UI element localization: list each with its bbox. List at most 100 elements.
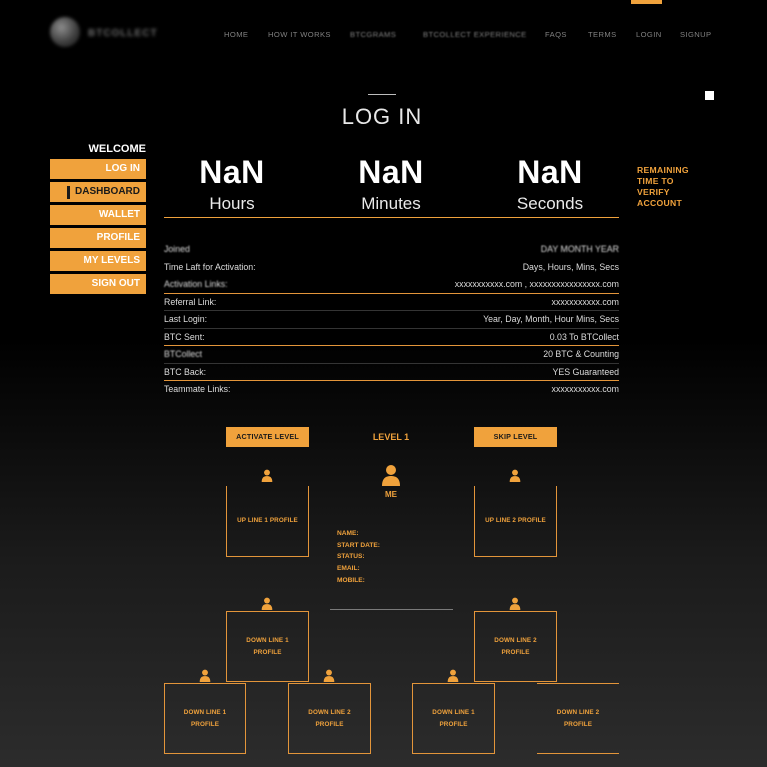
field-start-date: START DATE: [337, 541, 380, 549]
nav-terms[interactable]: TERMS [588, 30, 617, 40]
page-title: LOG IN [341, 104, 423, 129]
countdown-value: NaN [199, 154, 265, 190]
info-row-btc-back: BTC Back: YES Guaranteed [164, 364, 619, 381]
note-line: TIME TO [637, 176, 674, 186]
field-email: EMAIL: [337, 565, 360, 573]
field-status: STATUS: [337, 553, 365, 561]
box-label: UP LINE 2 PROFILE [485, 517, 546, 524]
sidebar-item-label: LOG IN [105, 163, 140, 174]
note-line: ACCOUNT [637, 198, 683, 208]
box-label: DOWN LINE 2 [556, 708, 600, 716]
user-icon [447, 669, 459, 682]
activate-level-button[interactable]: ACTIVATE LEVEL [226, 427, 309, 447]
note-line: REMAINING [637, 165, 689, 175]
info-row-btc-sent: BTC Sent: 0.03 To BTCollect [164, 329, 619, 346]
profile-fields: NAME: START DATE: STATUS: EMAIL: MOBILE: [337, 528, 380, 587]
nav-home[interactable]: HOME [224, 30, 248, 40]
countdown-unit-label: Minutes [361, 194, 421, 213]
sidebar-item-label: PROFILE [96, 232, 140, 243]
account-info-table: Joined DAY MONTH YEAR Time Laft for Activ… [164, 241, 619, 399]
user-icon [261, 597, 273, 610]
countdown-minutes: NaN Minutes [331, 152, 451, 215]
upline-1-profile[interactable]: UP LINE 1 PROFILE [226, 486, 309, 557]
downline-1-profile[interactable]: DOWN LINE 1 PROFILE [226, 611, 309, 682]
info-label: Time Laft for Activation: [164, 261, 256, 272]
user-icon [323, 669, 335, 682]
logo-text: BTCOLLECT [88, 28, 158, 39]
active-nav-indicator [631, 0, 662, 4]
box-label: PROFILE [439, 720, 468, 728]
box-label: DOWN LINE 2 [308, 708, 351, 716]
logo-mark-icon [50, 17, 80, 47]
info-label: Referral Link: [164, 296, 217, 307]
me-label: ME [385, 490, 397, 499]
downline-tier2-profile-4[interactable]: DOWN LINE 2 PROFILE [537, 683, 619, 754]
nav-btcollect-experience[interactable]: BTCOLLECT EXPERIENCE [423, 30, 527, 40]
info-value: Days, Hours, Mins, Secs [522, 261, 619, 272]
tree-divider [330, 609, 453, 610]
corner-square-marker [705, 91, 714, 100]
info-label: Joined [164, 244, 190, 254]
sidebar-item-my-levels[interactable]: MY LEVELS [50, 251, 146, 271]
info-row-last-login: Last Login: Year, Day, Month, Hour Mins, … [164, 311, 619, 329]
sidebar-item-sign-out[interactable]: SIGN OUT [50, 274, 146, 294]
downline-2-profile[interactable]: DOWN LINE 2 PROFILE [474, 611, 557, 682]
info-row-joined: Joined DAY MONTH YEAR [164, 241, 619, 259]
info-row-teammate-links: Teammate Links: xxxxxxxxxxx.com [164, 381, 619, 399]
info-label: Last Login: [164, 314, 208, 324]
info-label: Activation Links: [164, 279, 228, 289]
skip-level-button[interactable]: SKIP LEVEL [474, 427, 557, 447]
info-label: BTC Back: [164, 366, 207, 377]
info-row-referral-link: Referral Link: xxxxxxxxxxx.com [164, 294, 619, 311]
box-label: PROFILE [315, 720, 344, 728]
box-label: DOWN LINE 2 [494, 636, 537, 644]
info-row-time-left: Time Laft for Activation: Days, Hours, Mi… [164, 259, 619, 277]
sidebar-item-label: SIGN OUT [91, 278, 140, 289]
nav-btcgrams[interactable]: BTCGRAMS [350, 30, 396, 40]
nav-login[interactable]: LOGIN [636, 30, 662, 40]
user-icon [509, 597, 521, 610]
info-value[interactable]: xxxxxxxxxxx.com [552, 294, 619, 311]
sidebar-item-label: DASHBOARD [75, 186, 140, 197]
downline-tier2-profile-1[interactable]: DOWN LINE 1 PROFILE [164, 683, 246, 754]
box-label: UP LINE 1 PROFILE [237, 517, 298, 524]
logo[interactable]: BTCOLLECT [50, 14, 162, 50]
upline-2-profile[interactable]: UP LINE 2 PROFILE [474, 486, 557, 557]
field-name: NAME: [337, 530, 359, 537]
countdown-unit-label: Seconds [516, 194, 584, 213]
active-item-bar [67, 186, 70, 199]
countdown-value: NaN [358, 154, 424, 190]
user-icon [199, 669, 211, 682]
field-mobile: MOBILE: [337, 576, 365, 584]
info-row-btcollect: BTCollect 20 BTC & Counting [164, 346, 619, 364]
info-label: Teammate Links: [164, 384, 231, 394]
me-user-icon [381, 464, 401, 486]
sidebar-item-wallet[interactable]: WALLET [50, 205, 146, 225]
verify-time-note: REMAINING TIME TO VERIFY ACCOUNT [637, 165, 689, 209]
info-value: 20 BTC & Counting [543, 349, 619, 359]
sidebar-item-log-in[interactable]: LOG IN [50, 159, 146, 179]
box-label: DOWN LINE 1 [432, 708, 475, 716]
user-icon [509, 469, 521, 482]
downline-tier2-profile-2[interactable]: DOWN LINE 2 PROFILE [288, 683, 371, 754]
info-value[interactable]: xxxxxxxxxxx.com [552, 381, 619, 398]
info-label: BTC Sent: [164, 331, 205, 342]
sidebar-welcome: WELCOME [88, 143, 146, 155]
nav-how-it-works[interactable]: HOW IT WORKS [268, 30, 331, 40]
countdown-divider [164, 217, 619, 218]
downline-tier2-profile-3[interactable]: DOWN LINE 1 PROFILE [412, 683, 495, 754]
nav-signup[interactable]: SIGNUP [680, 30, 712, 40]
box-label: DOWN LINE 1 [183, 708, 227, 716]
level-title: LEVEL 1 [372, 432, 410, 442]
nav-faqs[interactable]: FAQS [545, 30, 567, 40]
countdown-hours: NaN Hours [172, 152, 292, 215]
sidebar-item-dashboard[interactable]: DASHBOARD [50, 182, 146, 202]
info-value: 0.03 To BTCollect [549, 331, 619, 342]
sidebar-item-label: WALLET [98, 209, 140, 220]
info-value[interactable]: xxxxxxxxxxx.com , xxxxxxxxxxxxxxxx.com [455, 276, 619, 293]
countdown-seconds: NaN Seconds [490, 152, 610, 215]
sidebar-item-profile[interactable]: PROFILE [50, 228, 146, 248]
box-label: PROFILE [191, 720, 219, 728]
countdown-unit-label: Hours [209, 194, 255, 213]
info-label: BTCollect [164, 349, 203, 359]
